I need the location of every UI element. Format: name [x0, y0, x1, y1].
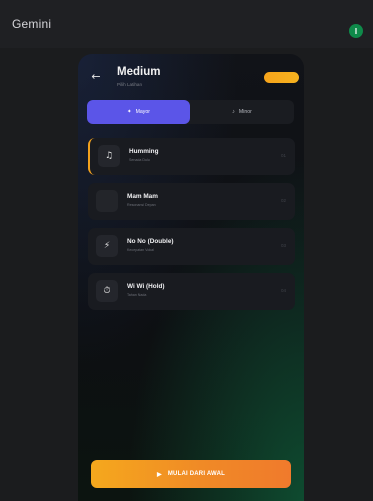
card-title: Mam Mam	[127, 193, 158, 200]
lightning-icon: ⚡	[96, 235, 118, 257]
app-bar: Gemini I	[0, 0, 373, 48]
tab-minor-label: Minor	[238, 109, 252, 115]
play-icon: ▶	[157, 471, 162, 478]
exercise-card-humming[interactable]: ♫ Humming Senada Dulu 01	[88, 138, 295, 175]
card-subtitle: Tahan Nada	[127, 293, 147, 297]
page-header: ← Medium Pilih Latihan	[88, 66, 299, 94]
exercise-card-mam-mam[interactable]: Mam Mam Resonansi Depan 02	[88, 183, 295, 220]
sparkle-icon: ✦	[126, 109, 132, 115]
scale-tabs: ✦ Mayor ♪ Minor	[87, 100, 294, 124]
page-title: Medium	[117, 66, 161, 78]
cta-label: MULAI DARI AWAL	[167, 471, 225, 477]
level-toggle[interactable]	[264, 72, 299, 83]
card-title: Wi Wi (Hold)	[127, 283, 165, 290]
card-icon-placeholder	[96, 190, 118, 212]
card-title: Humming	[129, 148, 159, 155]
page-subtitle: Pilih Latihan	[117, 82, 143, 87]
phone-screen: ← Medium Pilih Latihan ✦ Mayor ♪ Minor ♫…	[78, 54, 304, 501]
timer-icon: ⏱	[96, 280, 118, 302]
tab-minor[interactable]: ♪ Minor	[190, 100, 294, 124]
card-number: 01	[280, 153, 286, 158]
card-number: 02	[280, 198, 286, 203]
exercise-card-wi-wi[interactable]: ⏱ Wi Wi (Hold) Tahan Nada 04	[88, 273, 295, 310]
card-number: 04	[280, 288, 286, 293]
card-number: 03	[280, 243, 286, 248]
card-subtitle: Senada Dulu	[129, 158, 150, 162]
avatar[interactable]: I	[349, 24, 363, 38]
exercise-card-no-no[interactable]: ⚡ No No (Double) Kecepatan Vokal 03	[88, 228, 295, 265]
music-note-icon: ♫	[98, 145, 120, 167]
card-subtitle: Kecepatan Vokal	[127, 248, 154, 252]
tab-mayor[interactable]: ✦ Mayor	[87, 100, 190, 124]
start-from-beginning-button[interactable]: ▶ MULAI DARI AWAL	[91, 460, 291, 488]
card-title: No No (Double)	[127, 238, 174, 245]
arrow-left-icon: ←	[91, 69, 101, 83]
tab-mayor-label: Mayor	[135, 109, 151, 115]
app-title: Gemini	[12, 17, 52, 31]
note-icon: ♪	[232, 109, 235, 115]
card-subtitle: Resonansi Depan	[127, 203, 156, 207]
back-button[interactable]: ←	[88, 68, 104, 84]
